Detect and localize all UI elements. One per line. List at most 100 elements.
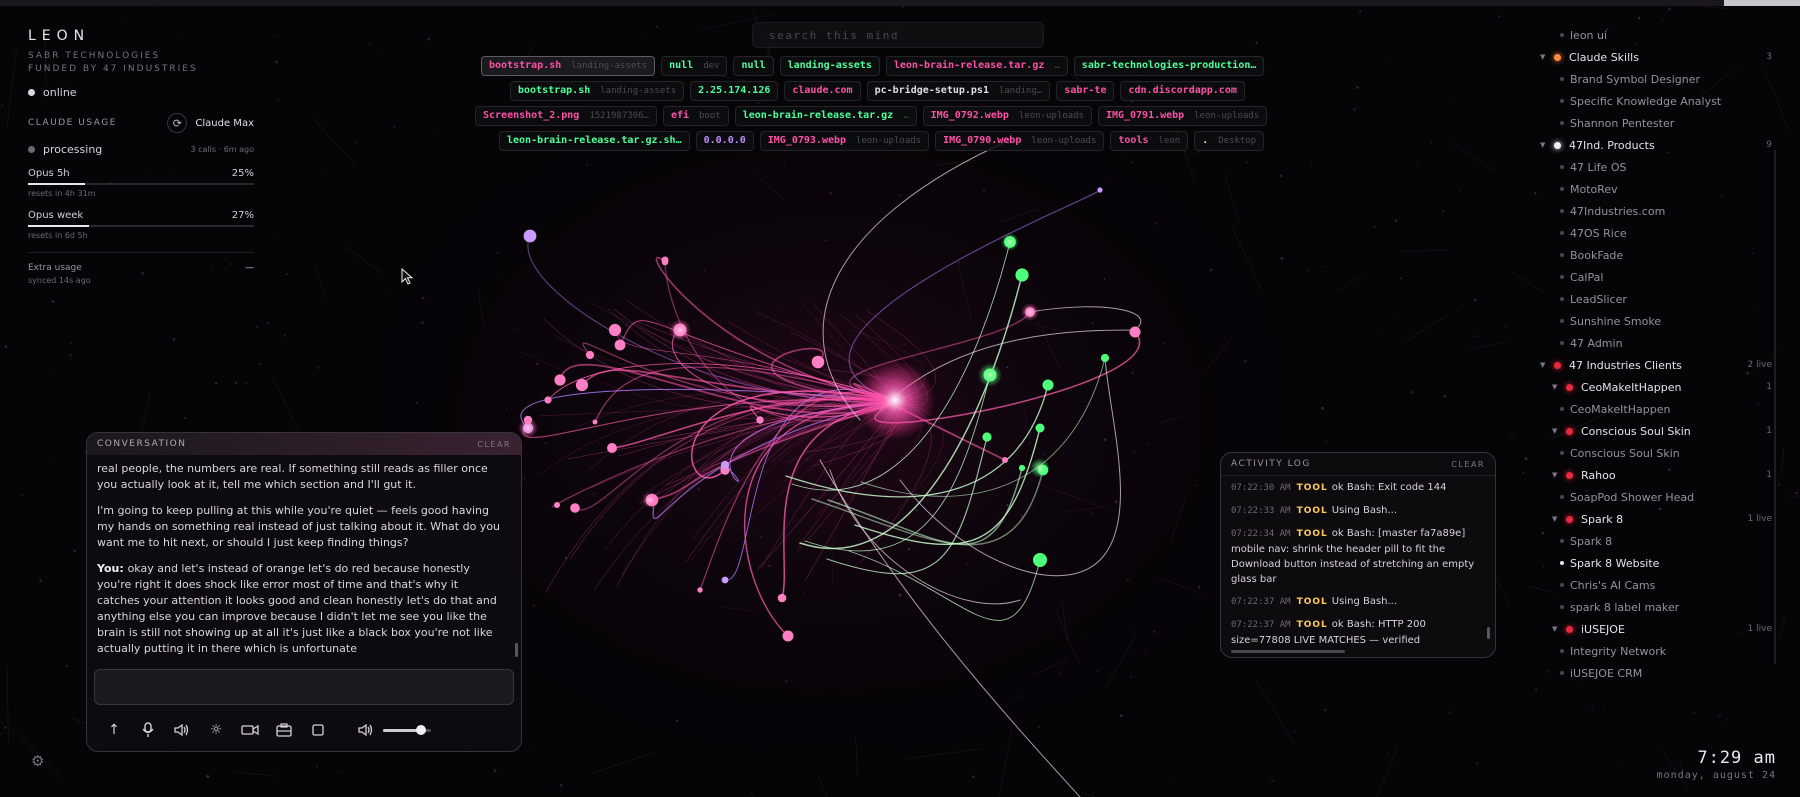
graph-node[interactable] — [756, 416, 764, 424]
graph-node[interactable] — [777, 593, 787, 603]
tree-item[interactable]: 47Industries.com — [1536, 200, 1780, 222]
graph-node[interactable] — [1033, 553, 1047, 567]
graph-node[interactable] — [982, 432, 992, 442]
tree-item[interactable]: 47OS Rice — [1536, 222, 1780, 244]
file-chip[interactable]: landing-assets — [779, 56, 880, 76]
file-chip[interactable]: IMG_0793.webp leon-uploads — [759, 131, 930, 151]
tree-item[interactable]: spark 8 label maker — [1536, 596, 1780, 618]
tree-subgroup[interactable]: ▼ CeoMakeItHappen 1 — [1536, 376, 1780, 398]
graph-node[interactable] — [1035, 423, 1045, 433]
chevron-down-icon[interactable]: ▼ — [1552, 427, 1562, 435]
volume-icon[interactable] — [353, 719, 379, 741]
tree-item[interactable]: Conscious Soul Skin — [1536, 442, 1780, 464]
graph-node[interactable] — [1015, 268, 1029, 282]
conversation-scrollbar[interactable] — [515, 643, 518, 657]
tree-subgroup[interactable]: ▼ Conscious Soul Skin 1 — [1536, 420, 1780, 442]
graph-node[interactable] — [1100, 353, 1110, 363]
graph-node[interactable] — [1018, 464, 1026, 472]
file-chip[interactable]: . Desktop — [1194, 131, 1265, 151]
tree-group[interactable]: ▼ Claude Skills 3 — [1536, 46, 1780, 68]
refresh-icon[interactable]: ⟳ — [167, 113, 188, 133]
graph-node[interactable] — [1042, 379, 1054, 391]
file-chip[interactable]: IMG_0791.webp leon-uploads — [1097, 106, 1268, 126]
tree-subgroup[interactable]: ▼ iUSEJOE 1 live — [1536, 618, 1780, 640]
file-chip[interactable]: leon-brain-release.tar.gz… — [734, 106, 917, 126]
file-chip[interactable]: sabr-technologies-production… — [1073, 56, 1265, 76]
graph-node[interactable] — [1129, 326, 1141, 338]
file-chip[interactable]: IMG_0790.webp leon-uploads — [935, 131, 1105, 151]
file-chip[interactable]: null — [733, 56, 774, 76]
file-chip[interactable]: cdn.discordapp.com — [1120, 81, 1245, 101]
speaker-icon[interactable] — [169, 719, 195, 741]
graph-node[interactable] — [782, 630, 794, 642]
tree-item[interactable]: CalPal — [1536, 266, 1780, 288]
graph-node[interactable] — [697, 587, 703, 593]
file-chip[interactable]: bootstrap.sh landing-assets — [510, 81, 685, 101]
file-chip[interactable]: leon-brain-release.tar.gz.sh… — [499, 131, 690, 151]
graph-node[interactable] — [554, 374, 566, 386]
screen-share-icon[interactable] — [271, 719, 297, 741]
file-chip[interactable]: efi boot — [662, 106, 729, 126]
chevron-down-icon[interactable]: ▼ — [1540, 141, 1550, 149]
file-chip[interactable]: tools leon — [1110, 131, 1189, 151]
graph-node[interactable] — [592, 419, 598, 425]
search-input[interactable]: search this mind — [752, 22, 1044, 48]
microphone-icon[interactable] — [135, 719, 161, 741]
tree-subgroup[interactable]: ▼ Spark 8 1 live — [1536, 508, 1780, 530]
chevron-down-icon[interactable]: ▼ — [1540, 53, 1550, 61]
tree-item[interactable]: Shannon Pentester — [1536, 112, 1780, 134]
tree-item[interactable]: Sunshine Smoke — [1536, 310, 1780, 332]
tree-item[interactable]: Spark 8 Website — [1536, 552, 1780, 574]
graph-node[interactable] — [585, 350, 595, 360]
tree-item[interactable]: Specific Knowledge Analyst — [1536, 90, 1780, 112]
file-chip[interactable]: IMG_0792.webp leon-uploads — [922, 106, 1092, 126]
file-chip[interactable]: bootstrap.sh landing-assets — [481, 56, 656, 76]
volume-slider-knob[interactable] — [416, 724, 427, 735]
activity-log-clear-button[interactable]: CLEAR — [1451, 460, 1485, 469]
graph-node[interactable] — [554, 502, 560, 508]
graph-node[interactable] — [721, 576, 729, 584]
message-input[interactable] — [94, 669, 514, 705]
settings-gear-icon[interactable]: ⚙ — [31, 752, 44, 770]
graph-node[interactable] — [607, 443, 617, 453]
tree-item[interactable]: MotoRev — [1536, 178, 1780, 200]
tree-item[interactable]: 47 Life OS — [1536, 156, 1780, 178]
graph-node[interactable] — [523, 229, 537, 243]
sun-icon[interactable]: ☼ — [203, 719, 229, 741]
conversation-clear-button[interactable]: CLEAR — [477, 440, 511, 449]
graph-node[interactable] — [608, 323, 622, 337]
file-chip[interactable]: claude.com — [784, 81, 861, 101]
tree-item[interactable]: Integrity Network — [1536, 640, 1780, 662]
chevron-down-icon[interactable]: ▼ — [1552, 471, 1562, 479]
tree-group[interactable]: ▼ 47Ind. Products 9 — [1536, 134, 1780, 156]
tree-item[interactable]: Spark 8 — [1536, 530, 1780, 552]
tree-scrollbar[interactable] — [1774, 150, 1776, 664]
tree-item[interactable]: SoapPod Shower Head — [1536, 486, 1780, 508]
volume-slider[interactable] — [383, 724, 431, 735]
tree-item[interactable]: CeoMakeItHappen — [1536, 398, 1780, 420]
graph-node[interactable] — [811, 355, 825, 369]
graph-node[interactable] — [1097, 187, 1103, 193]
tree-item[interactable]: leon ui — [1536, 24, 1780, 46]
tree-item[interactable]: Chris's AI Cams — [1536, 574, 1780, 596]
graph-node[interactable] — [544, 396, 552, 404]
file-chip[interactable]: sabr-te — [1056, 81, 1115, 101]
file-chip[interactable]: null dev — [661, 56, 728, 76]
file-chip[interactable]: pc-bridge-setup.ps1 landing… — [866, 81, 1051, 101]
tree-subgroup[interactable]: ▼ Rahoo 1 — [1536, 464, 1780, 486]
chevron-down-icon[interactable]: ▼ — [1552, 515, 1562, 523]
tree-item[interactable]: iUSEJOE CRM — [1536, 662, 1780, 684]
activity-log-hscrollbar[interactable] — [1231, 650, 1345, 653]
tree-item[interactable]: BookFade — [1536, 244, 1780, 266]
graph-node[interactable] — [1002, 457, 1008, 463]
tree-item[interactable]: 47 Admin — [1536, 332, 1780, 354]
graph-node[interactable] — [720, 460, 730, 470]
chevron-down-icon[interactable]: ▼ — [1552, 383, 1562, 391]
send-arrow-icon[interactable]: ↑ — [101, 719, 127, 741]
camera-icon[interactable] — [237, 719, 263, 741]
file-chip[interactable]: 0.0.0.0 — [695, 131, 754, 151]
stop-icon[interactable] — [305, 719, 331, 741]
activity-log-vscrollbar[interactable] — [1487, 627, 1490, 639]
graph-node[interactable] — [570, 503, 580, 513]
graph-node[interactable] — [661, 256, 669, 264]
